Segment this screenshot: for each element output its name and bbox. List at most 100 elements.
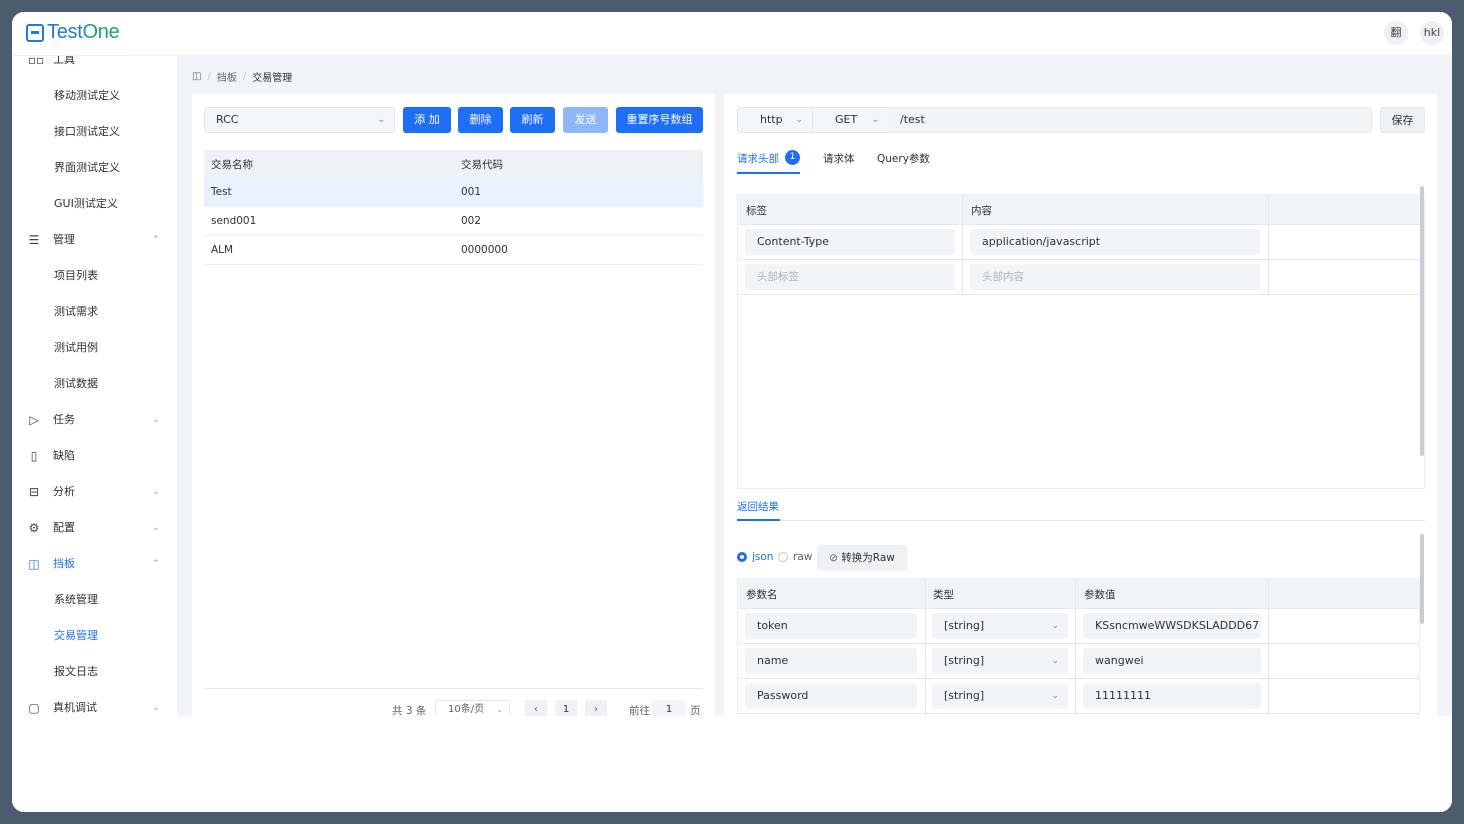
active-tab-indicator bbox=[737, 172, 800, 174]
breadcrumb-parent[interactable]: 挡板 bbox=[217, 69, 237, 84]
tab-response-result[interactable]: 返回结果 bbox=[737, 499, 779, 514]
column-header-key: 标签 bbox=[746, 205, 767, 217]
sidebar-item[interactable]: 接口测试定义 bbox=[12, 114, 177, 150]
app-window: TestOne 翻 hkl ▫▫ 工具 移动测试定义 接口测试定义 界面测试定义 GUI测… bbox=[12, 12, 1452, 812]
json-radio[interactable] bbox=[737, 552, 747, 562]
delete-button[interactable]: 删除 bbox=[458, 107, 503, 133]
tab-request-body[interactable]: 请求体 bbox=[823, 151, 855, 166]
header-key-input[interactable]: Content-Type bbox=[745, 229, 955, 255]
send-button[interactable]: 发送 bbox=[563, 107, 608, 133]
sidebar-item[interactable]: 报文日志 bbox=[12, 654, 177, 690]
sidebar-item[interactable]: ⊟ 分析 ⌄ bbox=[12, 474, 177, 510]
method-select[interactable]: GET ⌄ bbox=[812, 107, 889, 133]
transaction-name: Test bbox=[211, 186, 232, 198]
logo-text-suffix: One bbox=[82, 21, 120, 43]
sidebar-item[interactable]: 测试需求 bbox=[12, 294, 177, 330]
tab-query-params[interactable]: Query参数 bbox=[877, 151, 930, 166]
chart-icon: ⊟ bbox=[28, 485, 40, 499]
convert-to-raw-button[interactable]: ⊘ 转换为Raw bbox=[817, 545, 907, 571]
table-row[interactable]: Test 001 bbox=[204, 178, 703, 207]
param-value-input[interactable]: 11111111 bbox=[1083, 683, 1261, 709]
footer-blank bbox=[12, 716, 1452, 812]
table-row[interactable]: ALM 0000000 bbox=[204, 236, 703, 265]
header-key-placeholder[interactable]: 头部标签 bbox=[745, 264, 955, 290]
method-value: GET bbox=[835, 113, 858, 126]
user-avatar[interactable]: hkl bbox=[1420, 21, 1444, 45]
column-header-value: 内容 bbox=[971, 205, 992, 217]
row-divider bbox=[738, 224, 1420, 225]
sidebar-item[interactable]: 测试用例 bbox=[12, 330, 177, 366]
sidebar-item-label: 缺陷 bbox=[53, 449, 75, 462]
sidebar-item-label: 真机调试 bbox=[53, 701, 97, 714]
tab-request-headers[interactable]: 请求头部 bbox=[737, 151, 779, 166]
sidebar-item[interactable]: ▯ 缺陷 bbox=[12, 438, 177, 474]
send-icon: ▷ bbox=[29, 413, 39, 427]
system-select[interactable]: RCC ⌄ bbox=[204, 107, 395, 133]
sidebar-item-label: 交易管理 bbox=[54, 629, 98, 642]
sidebar-item[interactable]: ◫ 挡板 ⌃ bbox=[12, 546, 177, 582]
raw-radio-label[interactable]: raw bbox=[793, 551, 812, 563]
sidebar-item-label: 管理 bbox=[53, 233, 75, 246]
sidebar-item-label: 界面测试定义 bbox=[54, 161, 120, 174]
sidebar-item-label: 系统管理 bbox=[54, 593, 98, 606]
translate-icon[interactable]: 翻 bbox=[1384, 21, 1408, 45]
sidebar-item[interactable]: ▢ 真机调试 ⌄ bbox=[12, 690, 177, 716]
sidebar-item[interactable]: ▫▫ 工具 bbox=[12, 56, 177, 78]
sidebar-item[interactable]: GUI测试定义 bbox=[12, 186, 177, 222]
sidebar-item[interactable]: 界面测试定义 bbox=[12, 150, 177, 186]
sidebar-item[interactable]: 测试数据 bbox=[12, 366, 177, 402]
params-table-header: 参数名 类型 参数值 bbox=[738, 579, 1419, 608]
transaction-code: 001 bbox=[461, 186, 482, 198]
param-type-select[interactable]: [string] ⌄ bbox=[932, 683, 1068, 709]
column-divider bbox=[925, 579, 926, 716]
param-type-select[interactable]: [string] ⌄ bbox=[932, 613, 1068, 639]
sidebar-item[interactable]: ⚙ 配置 ⌄ bbox=[12, 510, 177, 546]
reset-sequence-button[interactable]: 重置序号数组 bbox=[616, 107, 703, 133]
json-radio-label[interactable]: json bbox=[752, 551, 773, 563]
gear-icon: ⚙ bbox=[28, 521, 40, 535]
transaction-code: 0000000 bbox=[461, 244, 508, 256]
protocol-select[interactable]: http ⌄ bbox=[737, 107, 813, 133]
sidebar-item[interactable]: ▷ 任务 ⌄ bbox=[12, 402, 177, 438]
header-value-input[interactable]: application/javascript bbox=[970, 229, 1260, 255]
transaction-name: ALM bbox=[211, 244, 234, 256]
column-divider bbox=[1075, 579, 1076, 716]
sidebar-item[interactable]: 系统管理 bbox=[12, 582, 177, 618]
header-value-placeholder[interactable]: 头部内容 bbox=[970, 264, 1260, 290]
save-button[interactable]: 保存 bbox=[1380, 107, 1425, 133]
row-divider bbox=[738, 259, 1420, 260]
column-header-param-name: 参数名 bbox=[746, 589, 778, 601]
sidebar-item[interactable]: 交易管理 bbox=[12, 618, 177, 654]
param-value-input[interactable]: wangwei bbox=[1083, 648, 1261, 674]
param-name-input[interactable]: Password bbox=[745, 683, 917, 709]
table-row[interactable]: send001 002 bbox=[204, 207, 703, 236]
chevron-down-icon: ⌄ bbox=[1051, 621, 1059, 631]
sidebar-item[interactable]: ☰ 管理 ⌃ bbox=[12, 222, 177, 258]
param-type-select[interactable]: [string] ⌄ bbox=[932, 648, 1068, 674]
url-path-input[interactable]: /test bbox=[888, 107, 1372, 133]
refresh-button[interactable]: 刷新 bbox=[510, 107, 555, 133]
param-value-input[interactable]: KSsncmweWWSDKSLADDD67 bbox=[1083, 613, 1261, 639]
sidebar-item[interactable]: 移动测试定义 bbox=[12, 78, 177, 114]
column-header-param-value: 参数值 bbox=[1084, 589, 1116, 601]
raw-radio[interactable] bbox=[778, 552, 788, 562]
chevron-down-icon: ⌄ bbox=[871, 115, 879, 125]
chevron-down-icon: ⌄ bbox=[152, 703, 160, 713]
add-button[interactable]: 添 加 bbox=[403, 107, 451, 133]
param-name-input[interactable]: token bbox=[745, 613, 917, 639]
column-header-name: 交易名称 bbox=[211, 159, 253, 171]
column-header-code: 交易代码 bbox=[461, 159, 503, 171]
logo[interactable]: TestOne bbox=[26, 21, 120, 44]
params-scrollbar[interactable] bbox=[1420, 534, 1424, 624]
sidebar-item-label: 工具 bbox=[53, 56, 75, 66]
transaction-name: send001 bbox=[211, 215, 257, 227]
chevron-down-icon: ⌄ bbox=[1051, 656, 1059, 666]
pager-divider bbox=[204, 688, 703, 689]
device-icon: ▢ bbox=[28, 701, 40, 715]
chevron-up-icon: ⌃ bbox=[152, 559, 160, 569]
sidebar-item[interactable]: 项目列表 bbox=[12, 258, 177, 294]
headers-count-badge: 1 bbox=[785, 150, 800, 165]
headers-scrollbar[interactable] bbox=[1420, 186, 1424, 456]
breadcrumb: ◫ / 挡板 / 交易管理 bbox=[192, 69, 292, 84]
param-name-input[interactable]: name bbox=[745, 648, 917, 674]
